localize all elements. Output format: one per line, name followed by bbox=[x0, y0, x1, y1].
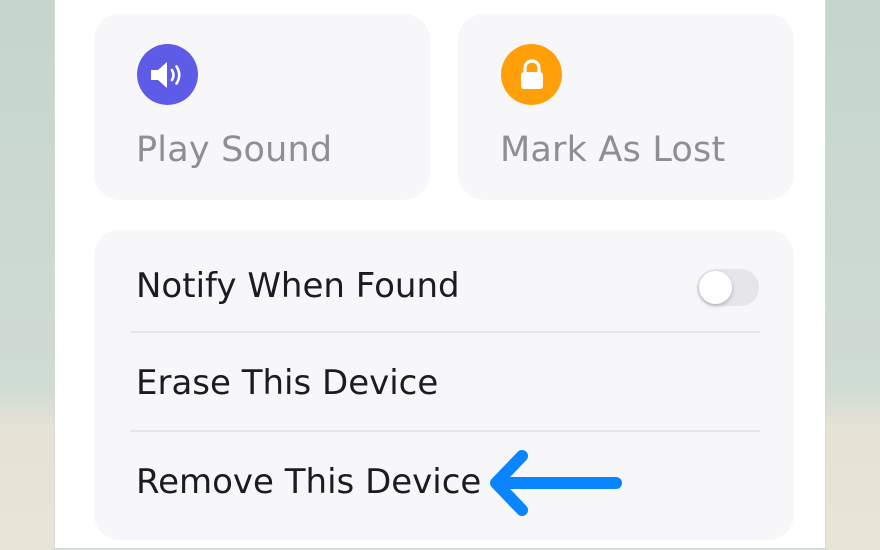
divider bbox=[130, 430, 760, 432]
erase-this-device-label: Erase This Device bbox=[136, 363, 439, 403]
lock-icon bbox=[520, 58, 543, 89]
arrow-left-icon bbox=[490, 450, 622, 516]
notify-when-found-label: Notify When Found bbox=[136, 266, 460, 306]
remove-this-device-row[interactable]: Remove This Device bbox=[94, 434, 794, 530]
mark-as-lost-icon-circle bbox=[501, 44, 562, 105]
play-sound-label: Play Sound bbox=[136, 130, 333, 170]
notify-when-found-row: Notify When Found bbox=[94, 238, 794, 334]
mark-as-lost-label: Mark As Lost bbox=[500, 130, 726, 170]
notify-when-found-toggle[interactable] bbox=[697, 269, 759, 306]
divider bbox=[130, 331, 760, 333]
device-options-list: Notify When Found Erase This Device Remo… bbox=[94, 230, 794, 540]
speaker-icon bbox=[150, 61, 181, 88]
remove-this-device-label: Remove This Device bbox=[136, 462, 482, 502]
mark-as-lost-button[interactable]: Mark As Lost bbox=[458, 14, 794, 200]
play-sound-button[interactable]: Play Sound bbox=[94, 14, 430, 200]
toggle-knob bbox=[699, 271, 732, 304]
device-actions-sheet: Play Sound Mark As Lost Notify When Foun… bbox=[54, 0, 826, 550]
play-sound-icon-circle bbox=[137, 44, 198, 105]
erase-this-device-row[interactable]: Erase This Device bbox=[94, 335, 794, 431]
